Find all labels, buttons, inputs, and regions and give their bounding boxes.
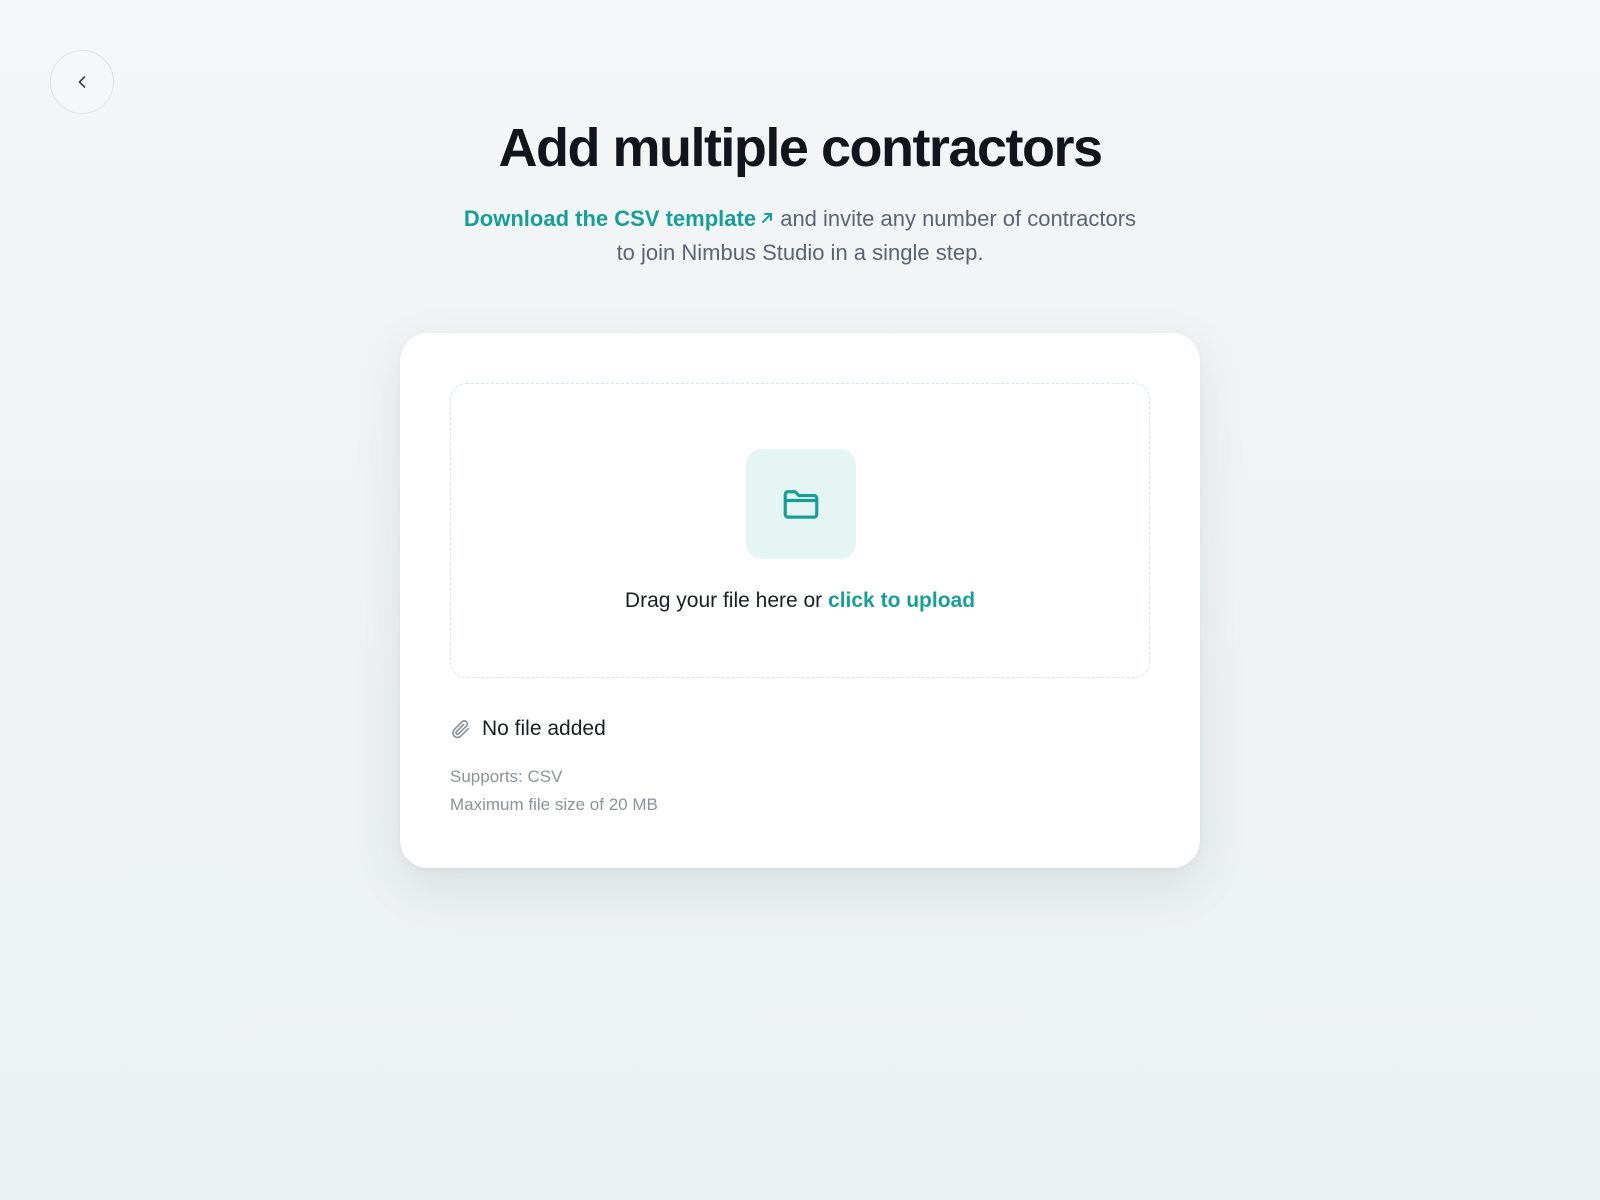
subtitle-line-1: and invite any number of contractors	[780, 206, 1137, 231]
drag-text: Drag your file here or	[624, 589, 823, 612]
file-requirements: Supports: CSV Maximum file size of 20 MB	[450, 763, 658, 819]
csv-link-label: Download the CSV template	[463, 206, 757, 231]
folder-icon	[783, 490, 819, 519]
upload-card: Drag your file here or click to upload N…	[400, 333, 1200, 868]
chevron-left-icon	[78, 76, 86, 88]
page-header: Add multiple contractors Download the CS…	[0, 116, 1600, 270]
external-arrow-icon	[762, 213, 773, 223]
click-to-upload-link[interactable]: click to upload	[828, 589, 975, 612]
file-dropzone[interactable]: Drag your file here or click to upload	[450, 383, 1150, 678]
supported-formats: Supports: CSV	[450, 767, 563, 786]
paperclip-icon	[452, 720, 470, 739]
max-file-size: Maximum file size of 20 MB	[450, 795, 658, 814]
page-title: Add multiple contractors	[498, 118, 1103, 178]
download-csv-template-link[interactable]: Download the CSV template	[464, 206, 774, 231]
folder-icon-tile	[746, 449, 856, 559]
file-status-text: No file added	[482, 717, 606, 740]
page-subtitle: Download the CSV template and invite any…	[0, 202, 1600, 270]
back-button[interactable]	[50, 50, 114, 114]
dropzone-instructions: Drag your file here or click to upload	[451, 589, 1149, 613]
subtitle-line-2: to join Nimbus Studio in a single step.	[616, 240, 984, 265]
file-status: No file added	[450, 717, 606, 741]
